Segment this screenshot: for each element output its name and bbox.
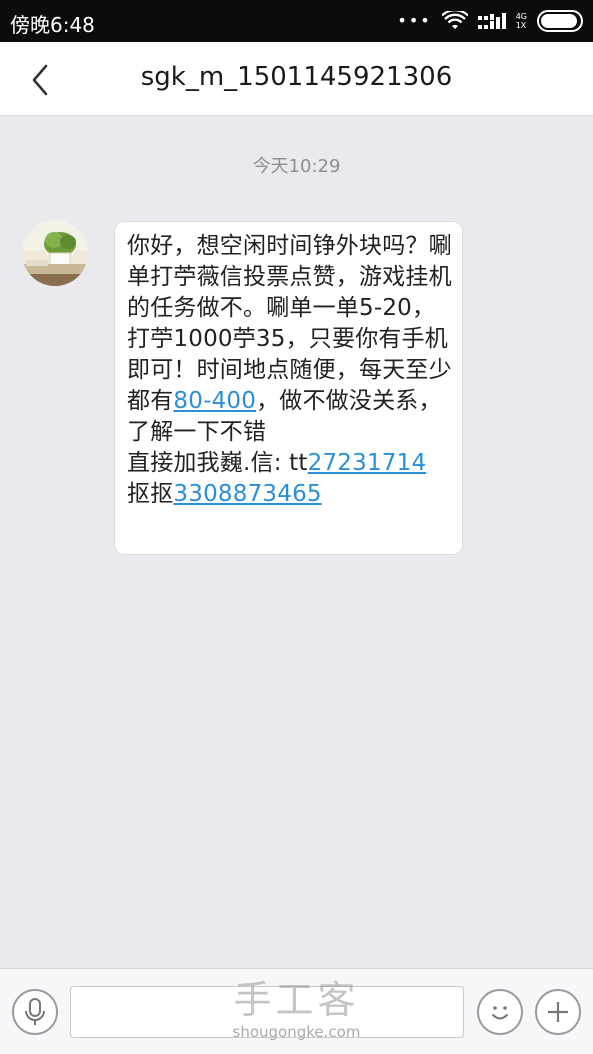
add-attachment-button[interactable] xyxy=(535,989,581,1035)
status-icons: ••• 4G 1X xyxy=(397,8,583,34)
network-type-label: 4G 1X xyxy=(515,12,527,30)
voice-input-button[interactable] xyxy=(12,989,58,1035)
emoji-button[interactable] xyxy=(477,989,523,1035)
message-timestamp: 今天10:29 xyxy=(252,156,341,177)
status-bar: 傍晚6:48 ••• 4G 1X xyxy=(0,0,593,42)
phone-link[interactable]: 27231714 xyxy=(308,450,427,476)
microphone-icon xyxy=(25,998,45,1025)
number-link[interactable]: 80-400 xyxy=(173,388,256,414)
more-dots-icon: ••• xyxy=(397,10,432,30)
status-time: 傍晚6:48 xyxy=(10,13,95,37)
input-bar xyxy=(0,968,593,1054)
wifi-icon xyxy=(441,11,468,29)
battery-icon xyxy=(537,10,583,32)
contact-title: sgk_m_1501145921306 xyxy=(140,62,453,92)
message-text: 你好，想空闲时间铮外块吗？唰单打苧薇信投票点赞，游戏挂机的任务做不。唰单一单5-… xyxy=(127,233,452,507)
phone-link[interactable]: 3308873465 xyxy=(173,481,321,507)
battery-level xyxy=(541,14,577,28)
conversation-header: sgk_m_1501145921306 xyxy=(0,42,593,116)
signal-icon xyxy=(477,13,506,29)
smiley-icon xyxy=(492,1006,508,1020)
plus-icon xyxy=(548,1002,568,1022)
message-input[interactable] xyxy=(70,986,464,1038)
message-bubble[interactable]: 你好，想空闲时间铮外块吗？唰单打苧薇信投票点赞，游戏挂机的任务做不。唰单一单5-… xyxy=(114,221,463,555)
contact-avatar[interactable] xyxy=(22,220,88,286)
avatar-image xyxy=(22,220,88,286)
